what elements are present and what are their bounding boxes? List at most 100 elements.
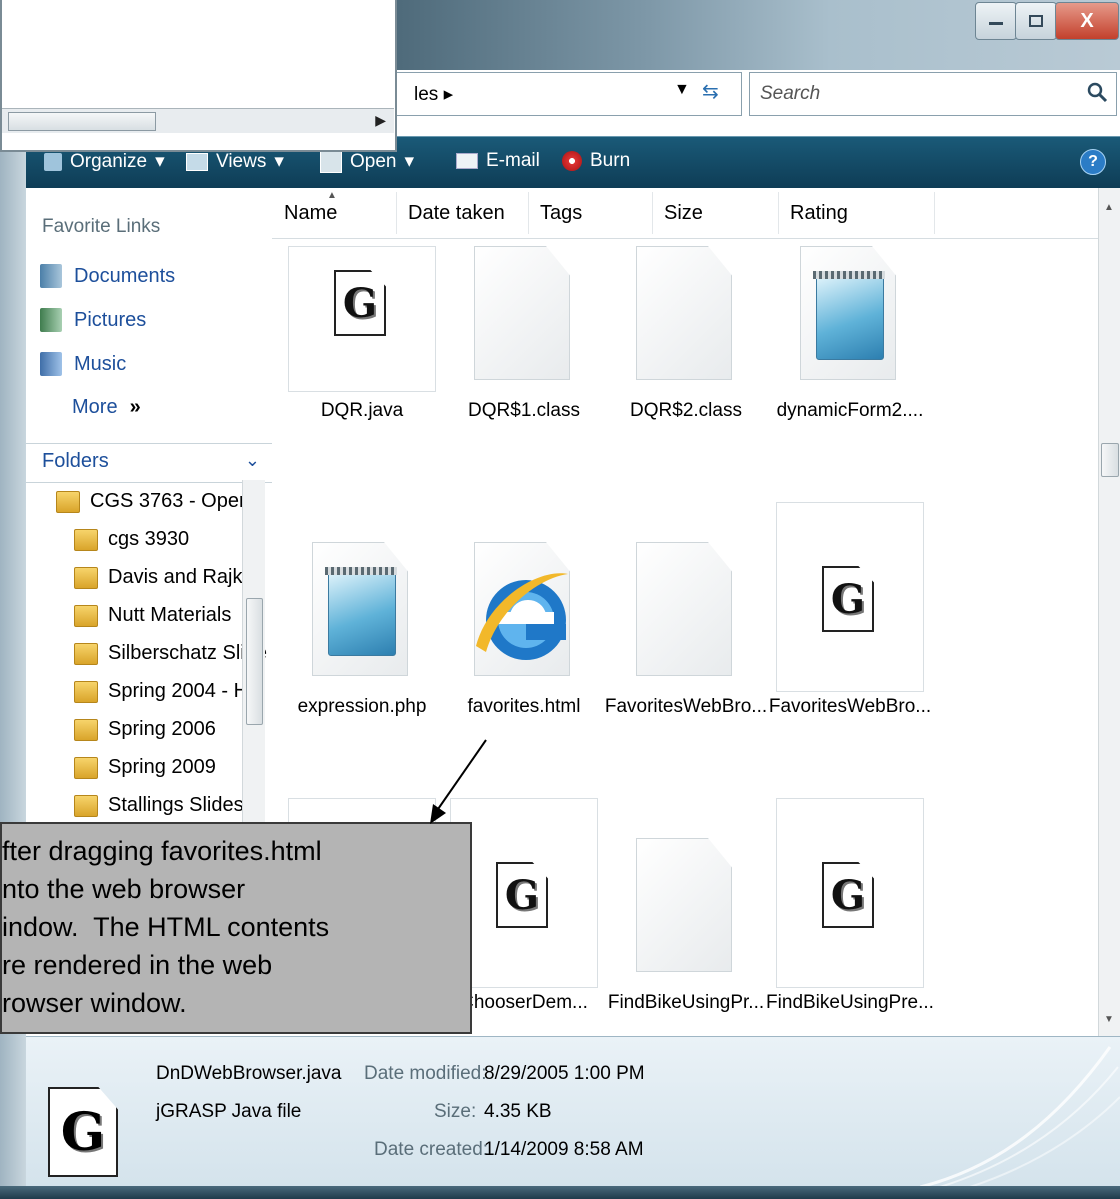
folder-item[interactable]: Davis and Rajkur [74, 566, 260, 589]
file-tile[interactable]: dynamicForm2.... [776, 246, 924, 421]
documents-icon [40, 264, 62, 288]
horizontal-scrollbar[interactable]: ▶ [2, 108, 394, 133]
address-dropdown-icon[interactable]: ▼ [674, 81, 690, 99]
file-name: FindBikeUsingPr... [607, 992, 765, 1013]
double-chevron-icon: » [129, 396, 141, 418]
views-menu[interactable]: Views ▾ [186, 150, 284, 173]
file-tile[interactable]: FavoritesWebBro... [605, 542, 767, 717]
column-name[interactable]: Name [284, 202, 337, 225]
chevron-down-icon: ⌄ [244, 450, 260, 470]
file-tile[interactable]: DQR$1.class [450, 246, 598, 421]
nav-link-pictures[interactable]: Pictures [40, 308, 146, 332]
scroll-down-icon[interactable]: ▼ [1104, 1014, 1114, 1025]
address-bar[interactable]: les ▸ ▼ ⇆ [395, 72, 742, 116]
file-tile[interactable]: G FindBikeUsingPre... [766, 798, 934, 1013]
details-size-value: 4.35 KB [484, 1101, 552, 1122]
nav-more-link[interactable]: More » [72, 396, 141, 419]
nav-link-music[interactable]: Music [40, 352, 126, 376]
file-name: dynamicForm2.... [776, 400, 924, 421]
folder-item[interactable]: Stallings Slides [74, 794, 244, 817]
close-button[interactable]: X [1055, 2, 1119, 40]
file-tile[interactable]: G FavoritesWebBro... [769, 502, 931, 717]
search-icon[interactable] [1086, 81, 1108, 103]
file-name: favorites.html [467, 696, 581, 717]
folder-item[interactable]: Nutt Materials [74, 604, 231, 627]
details-file-name: DnDWebBrowser.java [156, 1063, 342, 1084]
open-menu[interactable]: Open ▾ [320, 150, 414, 173]
nav-link-label: Music [74, 352, 127, 375]
jgrasp-icon: G [496, 862, 548, 928]
folders-header[interactable]: Folders ⌄ [26, 443, 272, 483]
folder-item[interactable]: Silberschatz Slide [74, 642, 267, 665]
scrollbar-thumb[interactable] [8, 112, 156, 131]
column-rating[interactable]: Rating [790, 202, 848, 225]
minimize-button[interactable] [975, 2, 1017, 40]
column-date-taken[interactable]: Date taken [408, 202, 505, 225]
file-tile[interactable]: expression.php [288, 542, 436, 717]
folder-icon [56, 490, 80, 513]
details-pane: G DnDWebBrowser.java jGRASP Java file Da… [26, 1036, 1120, 1187]
burn-button[interactable]: Burn [562, 150, 630, 172]
views-label: Views [216, 150, 267, 172]
folder-item[interactable]: Spring 2009 [74, 756, 216, 779]
column-divider[interactable] [778, 192, 779, 234]
folder-label: Spring 2004 - Ha [108, 680, 260, 702]
file-tile[interactable]: G DQR.java [288, 246, 436, 421]
file-tile[interactable]: FindBikeUsingPr... [608, 838, 764, 1013]
callout-text: fter dragging favorites.html nto the web… [2, 836, 330, 1018]
folder-icon [74, 642, 98, 665]
blank-file-icon [636, 838, 732, 972]
window-bottom-border [0, 1186, 1120, 1199]
folder-label: Spring 2006 [108, 718, 216, 740]
email-label: E-mail [486, 150, 540, 171]
search-placeholder: Search [760, 83, 821, 104]
scroll-right-icon[interactable]: ▶ [375, 112, 386, 129]
open-icon [320, 150, 342, 173]
search-input[interactable]: Search [749, 72, 1117, 116]
column-tags[interactable]: Tags [540, 202, 582, 225]
details-modified-label: Date modified: [364, 1063, 487, 1084]
folder-label: Nutt Materials [108, 604, 232, 626]
help-icon[interactable]: ? [1080, 149, 1106, 175]
scroll-up-icon[interactable]: ▲ [1104, 202, 1114, 213]
burn-label: Burn [590, 150, 631, 171]
column-divider[interactable] [528, 192, 529, 234]
details-modified-value: 8/29/2005 1:00 PM [484, 1063, 645, 1084]
refresh-icon[interactable]: ⇆ [702, 79, 734, 107]
file-name: DQR$2.class [630, 400, 742, 421]
folder-item[interactable]: Spring 2006 [74, 718, 216, 741]
column-divider[interactable] [396, 192, 397, 234]
annotation-callout: fter dragging favorites.html nto the web… [0, 822, 472, 1034]
scrollbar-thumb[interactable] [1101, 443, 1119, 477]
nav-link-documents[interactable]: Documents [40, 264, 175, 288]
nav-link-label: Documents [74, 264, 176, 287]
maximize-button[interactable] [1015, 2, 1057, 40]
column-divider[interactable] [934, 192, 935, 234]
column-size[interactable]: Size [664, 202, 703, 225]
chevron-down-icon: ▾ [404, 151, 415, 172]
folder-item[interactable]: CGS 3763 - Operat [56, 490, 262, 513]
nav-link-label: Pictures [74, 308, 147, 331]
folder-icon [74, 680, 98, 703]
pictures-icon [40, 308, 62, 332]
file-name: expression.php [297, 696, 427, 717]
views-icon [186, 152, 208, 171]
address-text: les ▸ [414, 84, 454, 105]
file-list-scrollbar[interactable]: ▲ ▼ [1098, 188, 1120, 1036]
column-header: ▲ Name Date taken Tags Size Rating [272, 188, 1098, 239]
folder-item[interactable]: Spring 2004 - Ha [74, 680, 259, 703]
details-created-value: 1/14/2009 8:58 AM [484, 1139, 644, 1160]
minimize-icon [989, 22, 1003, 25]
music-icon [40, 352, 62, 376]
email-button[interactable]: E-mail [456, 150, 540, 172]
folder-icon [74, 794, 98, 817]
file-tile[interactable]: favorites.html [450, 542, 598, 717]
folder-label: Spring 2009 [108, 756, 216, 778]
folder-item[interactable]: cgs 3930 [74, 528, 189, 551]
jgrasp-icon: G [822, 862, 874, 928]
folder-icon [74, 718, 98, 741]
organize-menu[interactable]: Organize ▾ [44, 150, 165, 173]
scrollbar-thumb[interactable] [246, 598, 263, 725]
file-tile[interactable]: DQR$2.class [612, 246, 760, 421]
column-divider[interactable] [652, 192, 653, 234]
